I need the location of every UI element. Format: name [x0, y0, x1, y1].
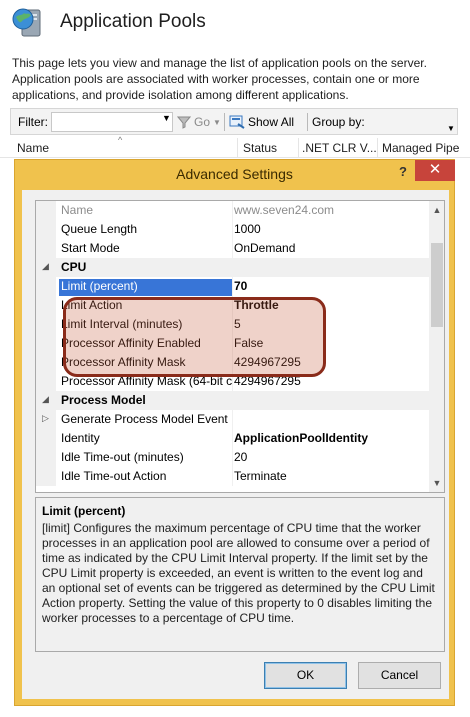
row-gutter: ◢ — [36, 258, 56, 277]
filter-toolbar: Filter: ▼ Go ▼ Show All Group by: ▼ — [10, 108, 458, 135]
property-value[interactable]: www.seven24.com — [234, 203, 334, 217]
show-all-icon — [229, 115, 245, 129]
toolbar-divider — [224, 113, 225, 131]
row-gutter — [36, 296, 56, 315]
filter-input[interactable] — [51, 112, 173, 132]
sort-ascending-icon: ^ — [118, 135, 123, 145]
description-text: [limit] Configures the maximum percentag… — [42, 521, 435, 625]
property-row[interactable]: Limit (percent) 70 — [36, 277, 429, 296]
ok-button[interactable]: OK — [264, 662, 347, 689]
property-name: Process Model — [61, 393, 146, 407]
column-header-status[interactable]: Status — [243, 141, 277, 155]
column-header-clr-version[interactable]: .NET CLR V... — [302, 141, 377, 155]
go-dropdown-icon: ▼ — [213, 117, 221, 127]
column-header-pipeline[interactable]: Managed Pipe — [382, 141, 459, 155]
row-gutter — [36, 315, 56, 334]
column-divider — [232, 448, 233, 467]
property-row[interactable]: Name www.seven24.com — [36, 201, 429, 220]
property-name: Queue Length — [61, 222, 138, 236]
property-name: CPU — [61, 260, 87, 274]
row-gutter — [36, 201, 56, 220]
column-divider — [232, 467, 233, 486]
collapse-icon[interactable]: ◢ — [42, 394, 49, 405]
property-value[interactable]: OnDemand — [234, 241, 295, 255]
expand-icon[interactable]: ▷ — [42, 413, 49, 424]
filter-label: Filter: — [18, 115, 48, 129]
property-description-panel: Limit (percent) [limit] Configures the m… — [35, 497, 445, 652]
property-value[interactable]: 1000 — [234, 222, 261, 236]
property-row[interactable]: Idle Time-out (minutes) 20 — [36, 448, 429, 467]
row-gutter — [36, 429, 56, 448]
description-title: Limit (percent) — [42, 504, 126, 518]
close-button[interactable]: ✕ — [415, 160, 455, 181]
filter-dropdown-icon[interactable]: ▼ — [162, 113, 171, 123]
column-divider — [232, 239, 233, 258]
property-grid: Name www.seven24.com Queue Length 1000 Start… — [35, 200, 445, 493]
row-gutter — [36, 467, 56, 486]
cpu-settings-highlight — [63, 297, 326, 377]
row-gutter — [36, 239, 56, 258]
dialog-title: Advanced Settings — [176, 166, 293, 182]
app-pool-list-header: Name ^ Status .NET CLR V... Managed Pipe — [0, 135, 470, 158]
column-divider — [232, 410, 233, 429]
property-value[interactable]: 70 — [234, 279, 247, 293]
property-value[interactable]: ApplicationPoolIdentity — [234, 431, 368, 445]
column-divider — [232, 277, 233, 296]
column-divider — [232, 201, 233, 220]
row-gutter: ▷ — [36, 410, 56, 429]
property-category[interactable]: ◢ CPU — [36, 258, 429, 277]
page-title: Application Pools — [60, 11, 206, 32]
column-divider — [377, 138, 378, 158]
property-category[interactable]: ◢ Process Model — [36, 391, 429, 410]
row-gutter — [36, 448, 56, 467]
row-gutter — [36, 277, 56, 296]
property-name: Name — [61, 203, 94, 217]
property-row[interactable]: Idle Time-out Action Terminate — [36, 467, 429, 486]
toolbar-divider — [307, 113, 308, 131]
scroll-down-icon[interactable]: ▼ — [429, 478, 444, 488]
show-all-button[interactable]: Show All — [229, 112, 294, 132]
collapse-icon[interactable]: ◢ — [42, 261, 49, 272]
column-divider — [298, 138, 299, 158]
row-gutter — [36, 372, 56, 391]
toolbar-overflow-icon[interactable]: ▼ — [447, 124, 455, 133]
column-divider — [237, 138, 238, 158]
funnel-icon — [177, 116, 191, 129]
column-divider — [232, 220, 233, 239]
property-name: Idle Time-out Action — [61, 469, 167, 483]
property-grid-scrollbar[interactable]: ▲ ▼ — [429, 201, 444, 492]
property-row[interactable]: Start Mode OnDemand — [36, 239, 429, 258]
group-by-label[interactable]: Group by: — [312, 115, 365, 129]
row-gutter — [36, 220, 56, 239]
property-name: Limit (percent) — [59, 279, 232, 296]
cancel-button[interactable]: Cancel — [358, 662, 441, 689]
property-row[interactable]: ▷ Generate Process Model Event L — [36, 410, 429, 429]
property-name: Start Mode — [61, 241, 120, 255]
globe-server-icon — [12, 8, 41, 37]
row-gutter: ◢ — [36, 391, 56, 410]
column-divider — [232, 429, 233, 448]
property-name: Generate Process Model Event L — [61, 412, 232, 426]
page-description: This page lets you view and manage the l… — [12, 56, 427, 102]
advanced-settings-dialog: Advanced Settings ? ✕ Name www.seven24.co… — [14, 159, 455, 706]
scroll-up-icon[interactable]: ▲ — [429, 205, 444, 215]
property-row[interactable]: Queue Length 1000 — [36, 220, 429, 239]
go-label: Go — [194, 115, 211, 129]
property-value[interactable]: Terminate — [234, 469, 287, 483]
page-header: Application Pools — [0, 0, 470, 50]
property-name: Identity — [61, 431, 100, 445]
row-gutter — [36, 353, 56, 372]
row-gutter — [36, 334, 56, 353]
property-row[interactable]: Identity ApplicationPoolIdentity — [36, 429, 429, 448]
property-value[interactable]: 20 — [234, 450, 247, 464]
column-header-name[interactable]: Name — [17, 141, 49, 155]
show-all-label: Show All — [248, 115, 295, 129]
help-button[interactable]: ? — [393, 162, 413, 182]
scroll-thumb[interactable] — [431, 243, 443, 327]
go-button[interactable]: Go ▼ — [177, 112, 221, 132]
dialog-body: Name www.seven24.com Queue Length 1000 Start… — [22, 190, 449, 699]
property-name: Idle Time-out (minutes) — [61, 450, 184, 464]
